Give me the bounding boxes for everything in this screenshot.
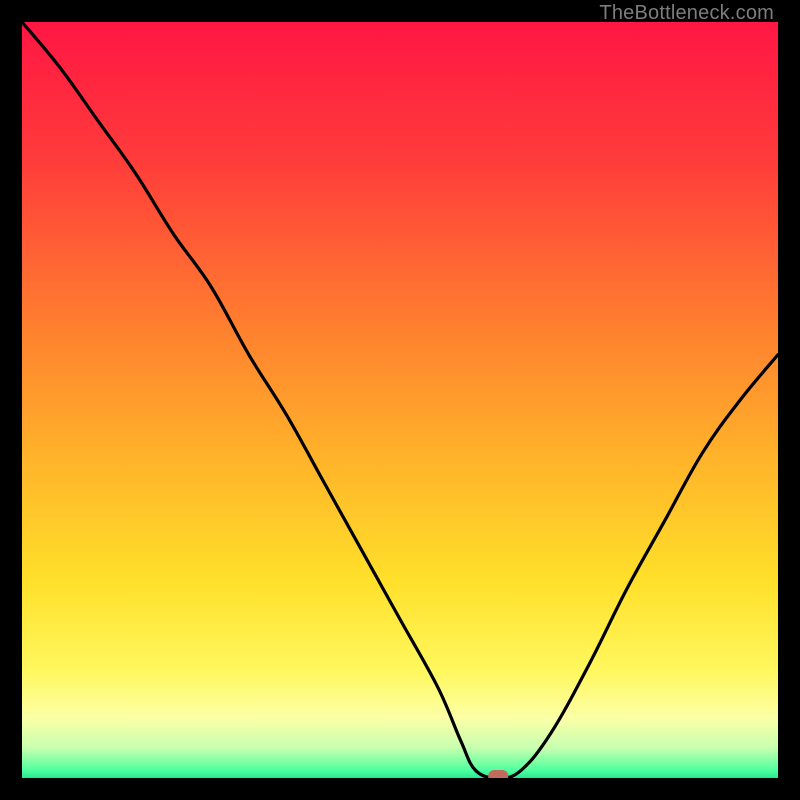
plot-area [22, 22, 778, 778]
gradient-background [22, 22, 778, 778]
chart-frame: TheBottleneck.com [0, 0, 800, 800]
bottleneck-chart [22, 22, 778, 778]
minimum-marker [488, 770, 508, 778]
